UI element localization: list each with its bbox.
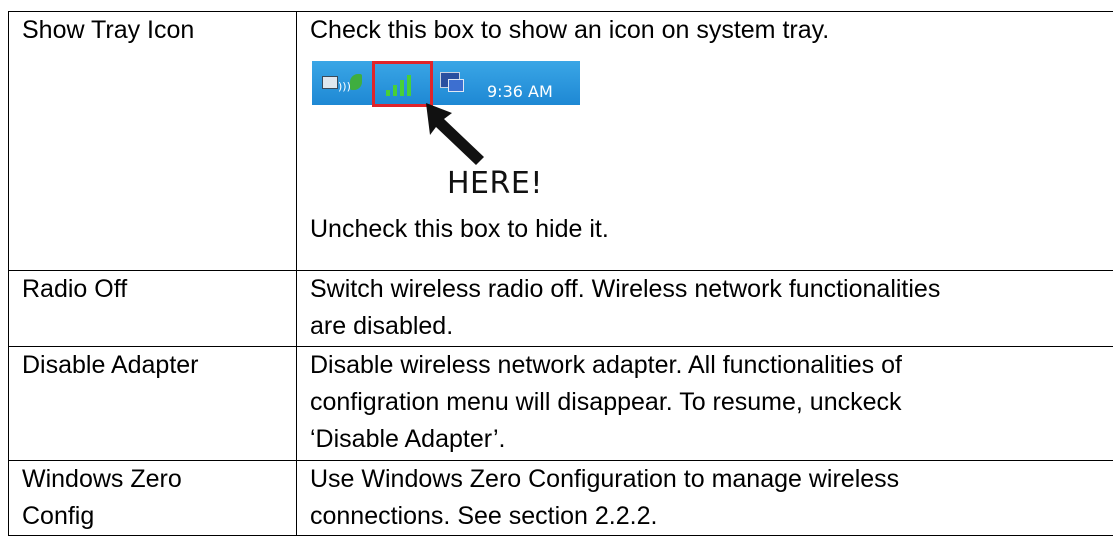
signal-strength-icon [372,61,433,107]
description-line: Switch wireless radio off. Wireless netw… [310,275,941,303]
term-cell: Radio Off [8,270,297,347]
description-line: Use Windows Zero Configuration to manage… [310,465,900,493]
settings-table: Show Tray Icon Check this box to show an… [8,11,1113,536]
description-cell: Check this box to show an icon on system… [296,11,1113,271]
description-cell: Use Windows Zero Configuration to manage… [296,460,1113,536]
description-cell: Disable wireless network adapter. All fu… [296,346,1113,461]
here-callout: HERE! [447,166,543,201]
term-cell: Disable Adapter [8,346,297,461]
term-cell: Windows Zero Config [8,460,297,536]
description-cell: Switch wireless radio off. Wireless netw… [296,270,1113,347]
description-line: configration menu will disappear. To res… [310,388,902,416]
term-windows-zero-config: Windows Zero [22,465,182,493]
table-row: Disable Adapter Disable wireless network… [8,346,1113,461]
system-tray-figure: ))) 9:36 AM HERE! [312,51,580,211]
pointer-arrow-icon [426,103,484,165]
table-row: Windows Zero Config Use Windows Zero Con… [8,460,1113,536]
description-line: Uncheck this box to hide it. [310,215,609,243]
document-page: Show Tray Icon Check this box to show an… [0,0,1113,556]
description-line: ‘Disable Adapter’. [310,425,506,453]
term-cell: Show Tray Icon [8,11,297,271]
description-line: are disabled. [310,312,454,340]
term-radio-off: Radio Off [22,275,128,303]
table-row: Show Tray Icon Check this box to show an… [8,11,1113,271]
term-windows-zero-config: Config [22,502,95,530]
term-disable-adapter: Disable Adapter [22,351,199,379]
description-line: Disable wireless network adapter. All fu… [310,351,902,379]
taskbar: ))) 9:36 AM [312,61,580,107]
table-row: Radio Off Switch wireless radio off. Wir… [8,270,1113,347]
term-show-tray-icon: Show Tray Icon [22,16,195,44]
description-line: connections. See section 2.2.2. [310,502,658,530]
description-line: Check this box to show an icon on system… [310,16,830,44]
